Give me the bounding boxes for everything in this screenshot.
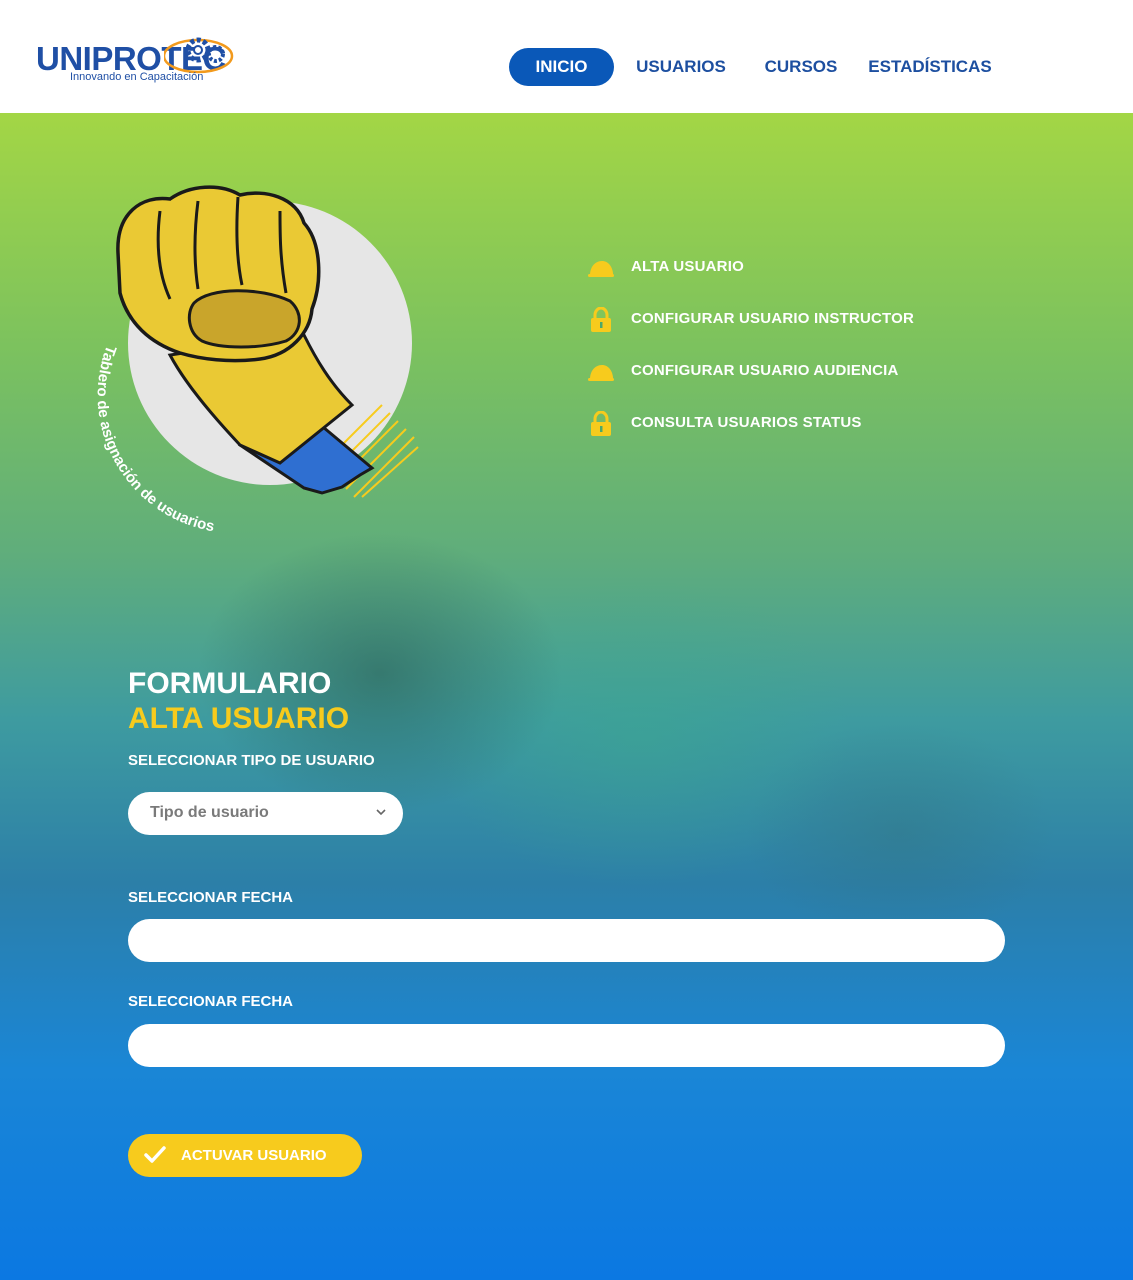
date-field-2[interactable]	[128, 1024, 1005, 1067]
main-nav: INICIO USUARIOS CURSOS ESTADÍSTICAS	[0, 48, 1133, 86]
form-subtitle: ALTA USUARIO	[128, 702, 350, 735]
nav-inicio[interactable]: INICIO	[509, 48, 614, 86]
hero-section: Tablero de asignación de usuarios ALTA U…	[0, 113, 1133, 1280]
nav-usuarios[interactable]: USUARIOS	[628, 48, 734, 86]
user-type-select[interactable]: Tipo de usuario	[128, 792, 403, 835]
menu-label: ALTA USUARIO	[631, 258, 744, 275]
nav-cursos[interactable]: CURSOS	[757, 48, 845, 86]
menu-label: CONSULTA USUARIOS STATUS	[631, 414, 862, 431]
user-actions-menu: ALTA USUARIO CONFIGURAR USUARIO INSTRUCT…	[588, 253, 988, 461]
menu-item-configurar-audiencia[interactable]: CONFIGURAR USUARIO AUDIENCIA	[588, 357, 988, 409]
lock-icon	[591, 411, 611, 436]
top-header: UNIPROTEC Innovando en Capacitación INIC…	[0, 0, 1133, 113]
menu-item-configurar-instructor[interactable]: CONFIGURAR USUARIO INSTRUCTOR	[588, 305, 988, 357]
fist-illustration: Tablero de asignación de usuarios	[94, 185, 419, 535]
menu-label: CONFIGURAR USUARIO INSTRUCTOR	[631, 310, 915, 327]
nav-estadisticas[interactable]: ESTADÍSTICAS	[862, 48, 998, 86]
date-field-1[interactable]	[128, 919, 1005, 962]
user-board-illustration: Tablero de asignación de usuarios	[90, 183, 430, 535]
user-type-label: SELECCIONAR TIPO DE USUARIO	[128, 752, 375, 769]
date-label-1: SELECCIONAR FECHA	[128, 889, 294, 906]
check-icon	[144, 1146, 166, 1163]
date-label-2: SELECCIONAR FECHA	[128, 993, 294, 1010]
activate-user-label: ACTUVAR USUARIO	[181, 1147, 327, 1164]
hard-hat-icon	[588, 365, 614, 381]
activate-user-button[interactable]: ACTUVAR USUARIO	[128, 1134, 362, 1177]
chevron-down-icon	[376, 809, 386, 816]
menu-label: CONFIGURAR USUARIO AUDIENCIA	[631, 362, 899, 379]
hard-hat-icon	[588, 261, 614, 277]
form-title: FORMULARIO	[128, 667, 332, 700]
lock-icon	[591, 307, 611, 332]
menu-item-alta-usuario[interactable]: ALTA USUARIO	[588, 253, 988, 305]
user-type-value: Tipo de usuario	[150, 804, 269, 821]
menu-item-consulta-status[interactable]: CONSULTA USUARIOS STATUS	[588, 409, 988, 461]
